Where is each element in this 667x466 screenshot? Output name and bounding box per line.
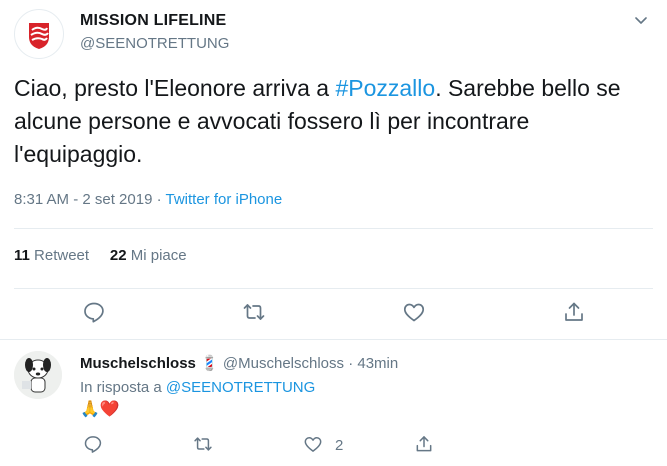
reply-author-handle[interactable]: @Muschelschloss	[223, 355, 344, 372]
reply-like-count: 2	[335, 437, 344, 454]
mission-lifeline-logo	[29, 23, 49, 49]
badge-emoji: 💈	[200, 355, 219, 372]
reply-time[interactable]: 43min	[357, 355, 398, 372]
account-handle[interactable]: @SEENOTRETTUNG	[80, 35, 229, 52]
tweet-text: Ciao, presto l'Eleonore arriva a #Pozzal…	[14, 72, 654, 171]
in-reply-to-link[interactable]: @SEENOTRETTUNG	[166, 379, 315, 396]
divider	[14, 288, 653, 289]
like-icon[interactable]	[402, 300, 426, 324]
reply-author-name[interactable]: Muschelschloss	[80, 355, 196, 372]
meta-separator: ·	[152, 191, 166, 208]
like-label: Mi piace	[130, 247, 187, 264]
tweet-meta: 8:31 AM - 2 set 2019 · Twitter for iPhon…	[14, 191, 282, 208]
retweet-icon[interactable]	[193, 434, 213, 454]
in-reply-to-prefix: In risposta a	[80, 379, 166, 396]
like-stat[interactable]: 22 Mi piace	[110, 247, 187, 264]
reply-text: 🙏❤️	[80, 401, 120, 418]
hashtag-link[interactable]: #Pozzallo	[335, 75, 435, 101]
meta-separator: ·	[344, 355, 358, 372]
tweet-stats: 11 Retweet 22 Mi piace	[14, 247, 187, 264]
retweet-icon[interactable]	[242, 300, 266, 324]
avatar[interactable]	[14, 9, 64, 59]
account-name[interactable]: MISSION LIFELINE	[80, 12, 226, 30]
chevron-down-icon[interactable]	[633, 12, 649, 28]
tweet-source-link[interactable]: Twitter for iPhone	[165, 191, 282, 208]
share-icon[interactable]	[414, 434, 434, 454]
divider	[14, 228, 653, 229]
tweet-text-part: Ciao, presto l'Eleonore arriva a	[14, 75, 336, 101]
like-count: 22	[109, 247, 127, 264]
divider	[0, 339, 667, 340]
reply-icon[interactable]	[83, 434, 103, 454]
like-icon[interactable]	[303, 434, 323, 454]
dog-icon	[14, 351, 62, 399]
share-icon[interactable]	[562, 300, 586, 324]
retweet-label: Retweet	[34, 247, 90, 264]
tweet-timestamp[interactable]: 8:31 AM - 2 set 2019	[14, 191, 152, 208]
in-reply-to: In risposta a @SEENOTRETTUNG	[80, 379, 315, 396]
reply-header: Muschelschloss 💈 @Muschelschloss · 43min	[80, 354, 398, 372]
retweet-stat[interactable]: 11 Retweet	[14, 247, 89, 264]
avatar[interactable]	[14, 351, 62, 399]
retweet-count: 11	[14, 247, 30, 264]
reply-icon[interactable]	[82, 300, 106, 324]
